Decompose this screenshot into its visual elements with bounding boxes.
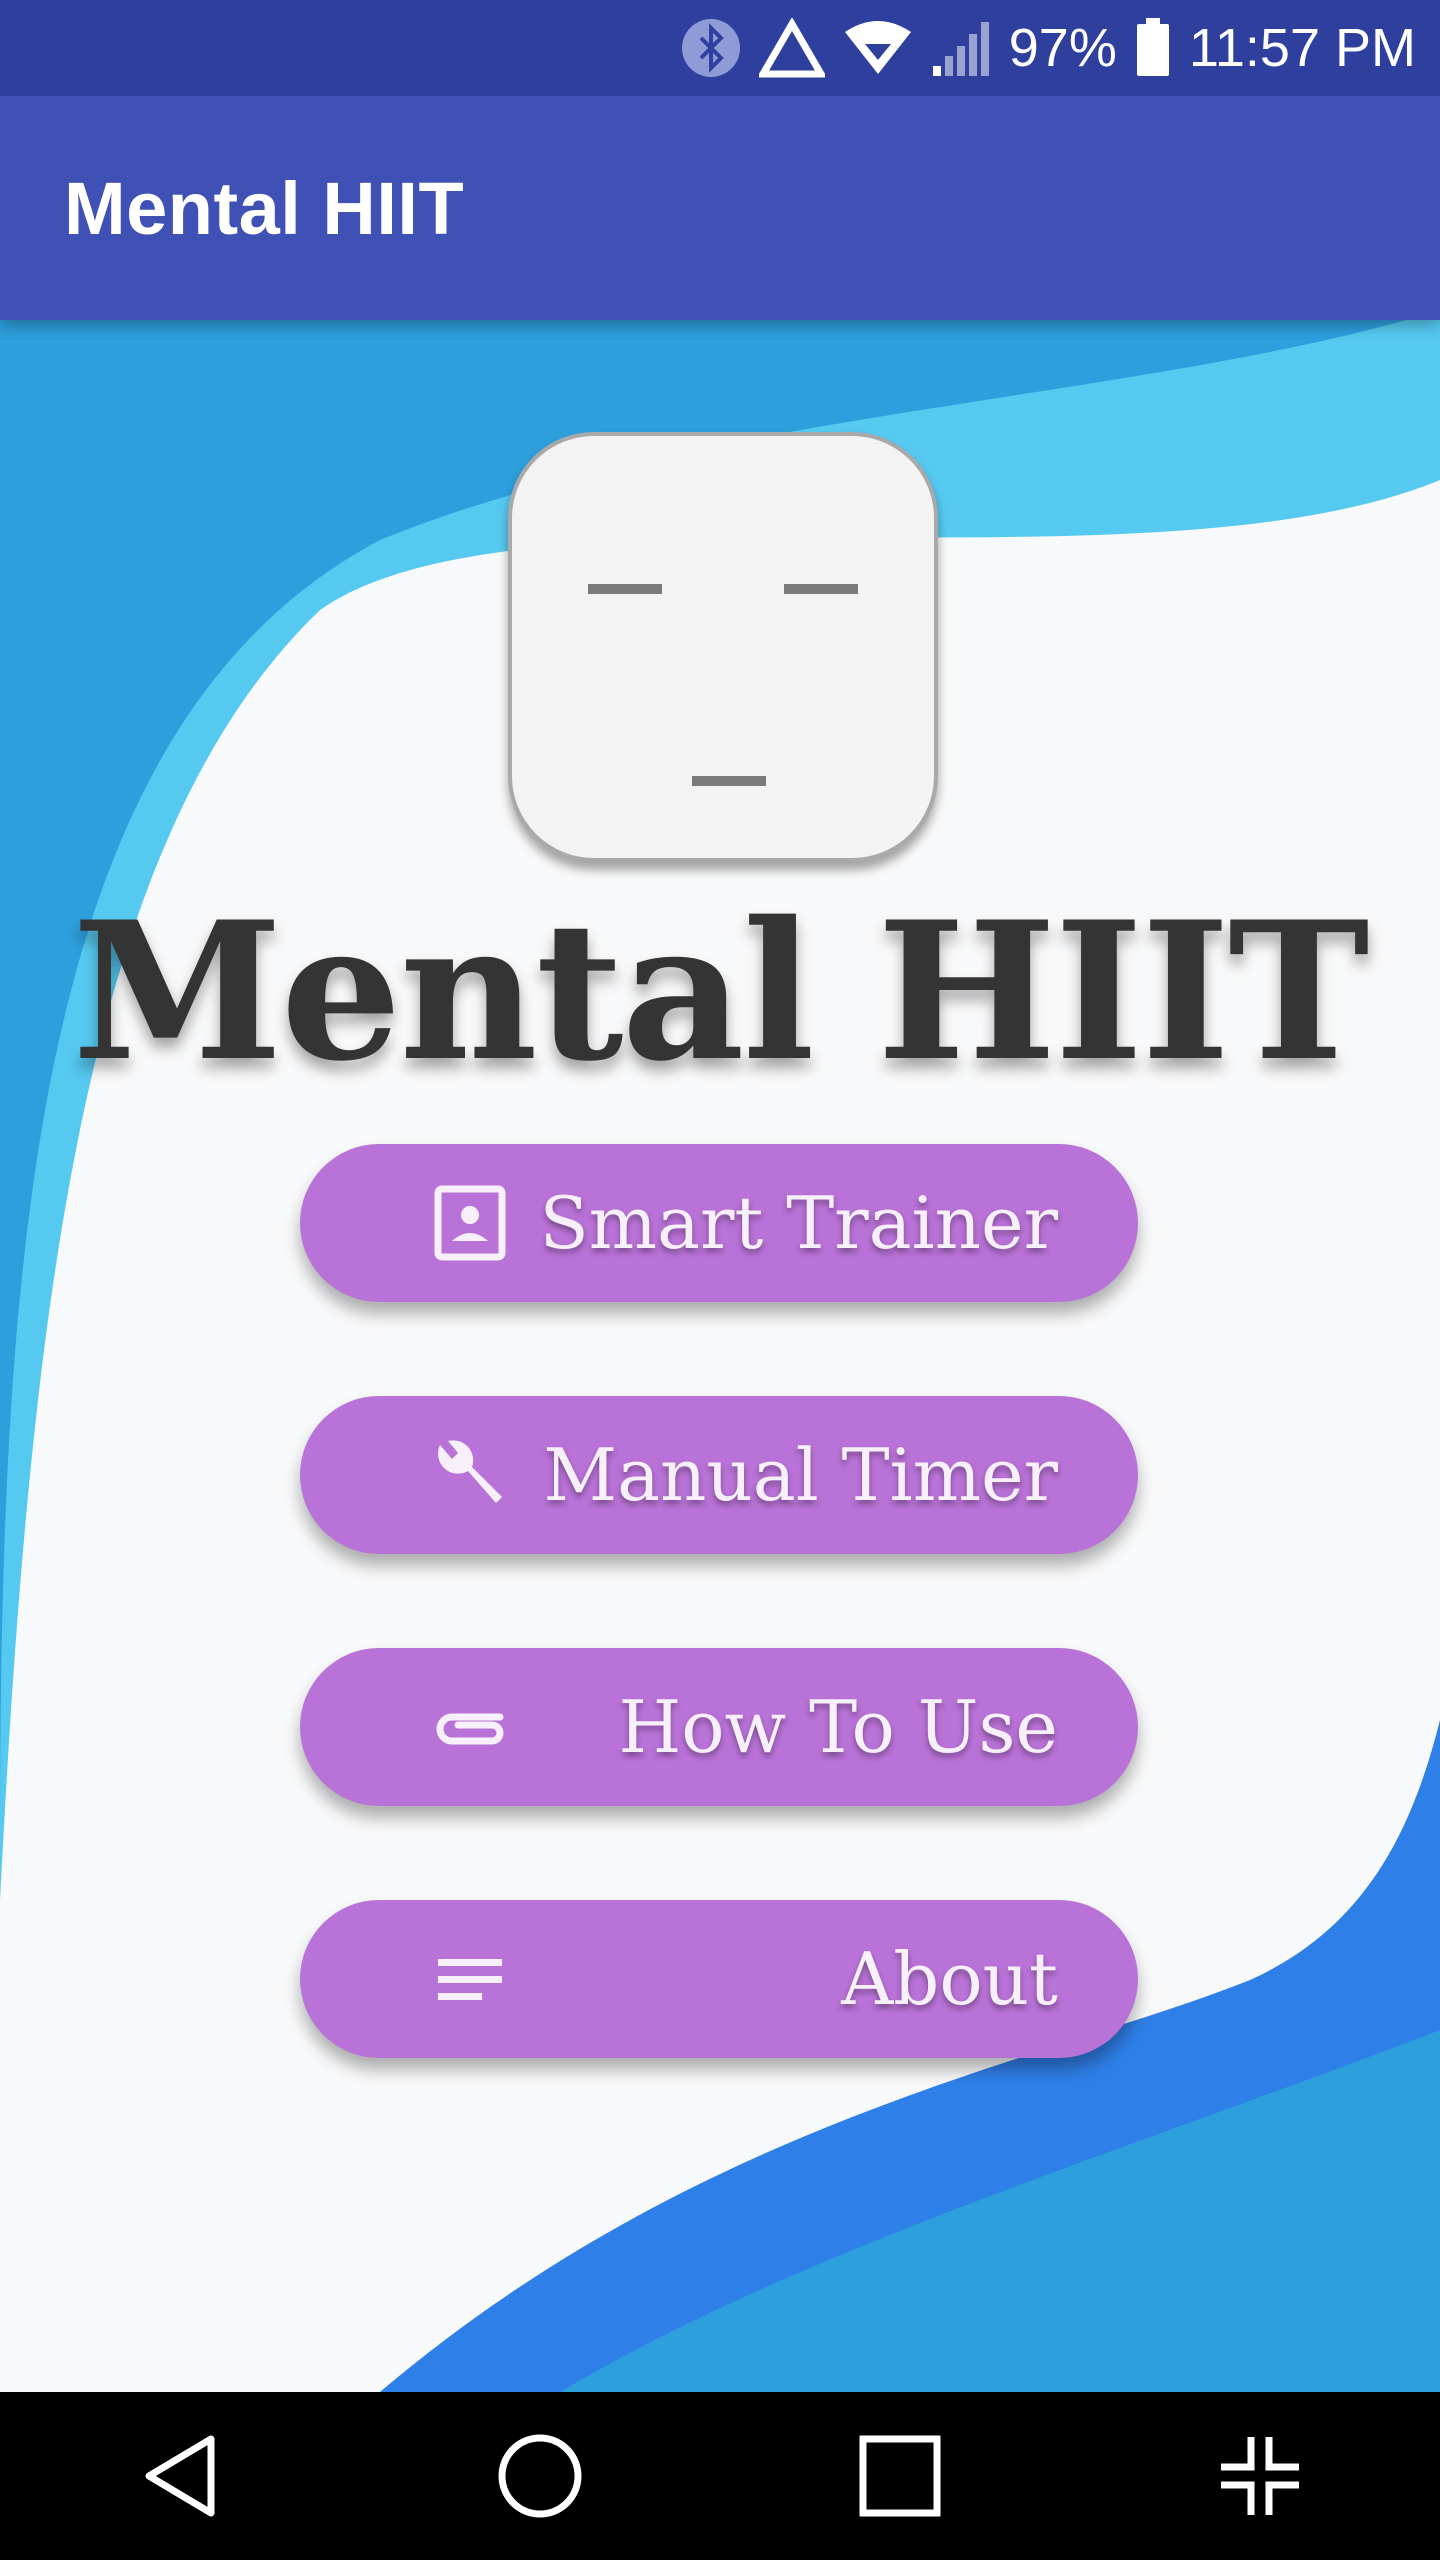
main-content: Mental HIIT Smart Trainer Manual Timer H… [0, 320, 1440, 2392]
smart-trainer-button[interactable]: Smart Trainer [300, 1144, 1138, 1302]
cell-signal-icon [931, 18, 991, 78]
clock: 11:57 PM [1188, 18, 1416, 78]
subject-lines-icon [430, 1939, 510, 2019]
recents-icon[interactable] [840, 2416, 960, 2536]
paperclip-icon [430, 1687, 510, 1767]
manual-timer-button[interactable]: Manual Timer [300, 1396, 1138, 1554]
battery-percent: 97% [1008, 18, 1117, 78]
how-to-use-button[interactable]: How To Use [300, 1648, 1138, 1806]
battery-icon [1135, 18, 1171, 78]
navigation-bar [0, 2392, 1440, 2560]
contact-portrait-icon [430, 1183, 510, 1263]
manual-timer-label: Manual Timer [543, 1433, 1058, 1517]
no-data-triangle-icon [758, 18, 825, 78]
status-bar: 97% 11:57 PM [0, 0, 1440, 96]
about-label: About [841, 1937, 1058, 2021]
app-bar-title: Mental HIIT [64, 166, 465, 250]
home-icon[interactable] [480, 2416, 600, 2536]
exit-fullscreen-icon[interactable] [1200, 2416, 1320, 2536]
face-neutral-icon [508, 432, 938, 862]
about-button[interactable]: About [300, 1900, 1138, 2058]
smart-trainer-label: Smart Trainer [539, 1181, 1058, 1265]
app-bar: Mental HIIT [0, 96, 1440, 320]
wrench-icon [430, 1435, 510, 1515]
back-icon[interactable] [120, 2416, 240, 2536]
bluetooth-icon [681, 18, 741, 78]
how-to-use-label: How To Use [618, 1685, 1058, 1769]
hero-title: Mental HIIT [72, 880, 1369, 1103]
wifi-icon [843, 18, 913, 78]
